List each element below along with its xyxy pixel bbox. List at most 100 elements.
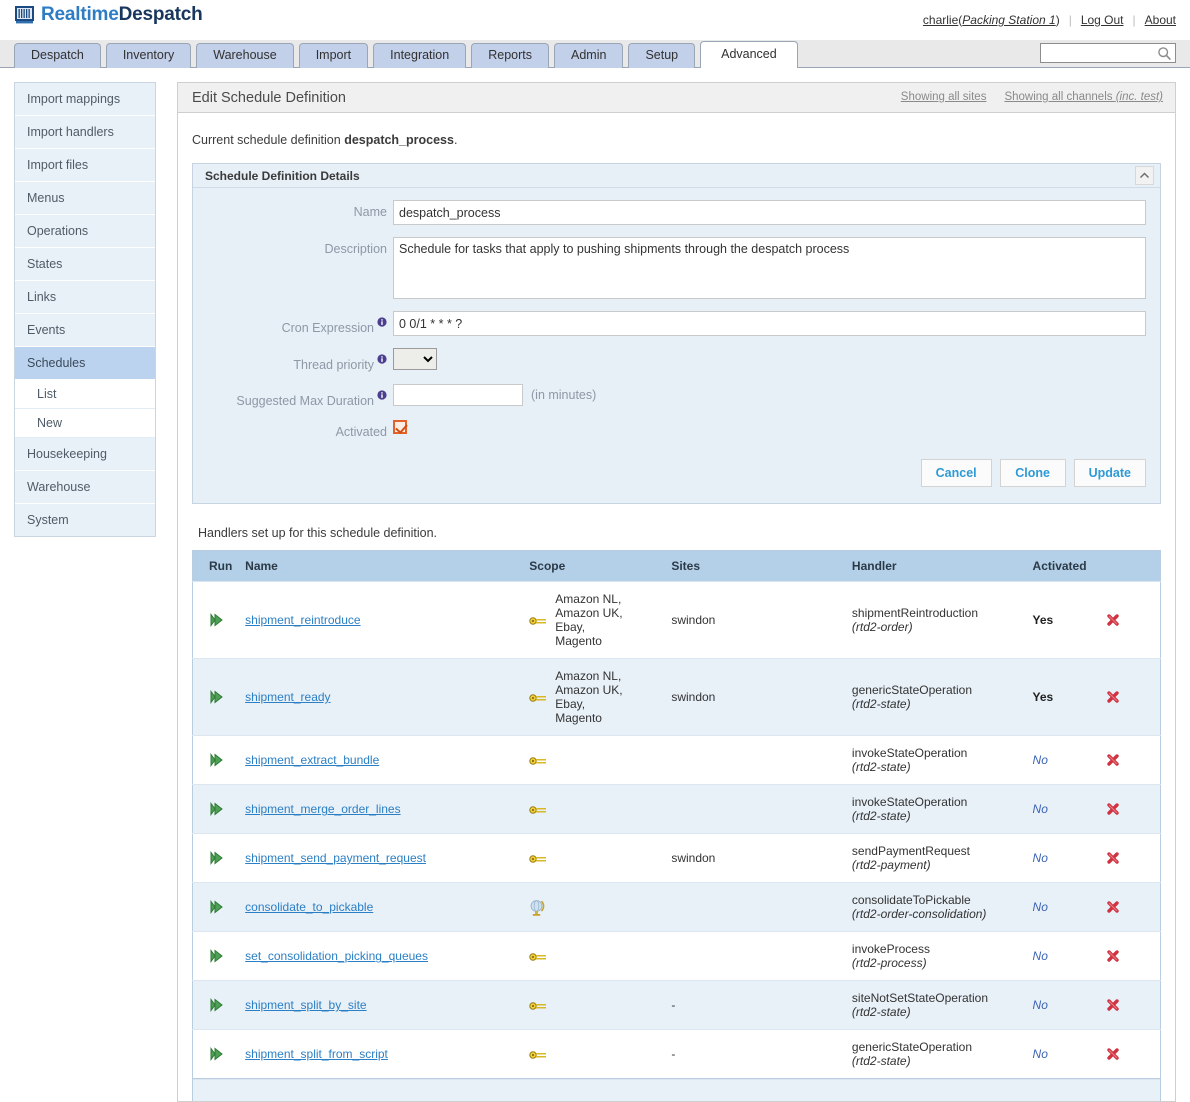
cell-delete[interactable] (1099, 882, 1161, 932)
sidebar-item-import-mappings[interactable]: Import mappings (15, 83, 155, 116)
cell-delete[interactable] (1099, 980, 1161, 1030)
cell-delete[interactable] (1099, 735, 1161, 785)
thread-priority-select[interactable] (393, 348, 437, 370)
sidebar-item-states[interactable]: States (15, 248, 155, 281)
app-logo[interactable]: RealtimeDespatch (14, 4, 203, 26)
table-row[interactable]: shipment_split_by_site - siteNotSetStateOp… (192, 980, 1161, 1030)
table-row[interactable]: shipment_split_from_script - genericStateO… (192, 1029, 1161, 1079)
handler-name-link[interactable]: shipment_reintroduce (245, 613, 360, 627)
cell-delete[interactable] (1099, 784, 1161, 834)
handler-name-link[interactable]: shipment_ready (245, 690, 330, 704)
handler-name-link[interactable]: shipment_merge_order_lines (245, 802, 400, 816)
tab-admin[interactable]: Admin (554, 43, 624, 68)
tab-warehouse[interactable]: Warehouse (196, 43, 294, 68)
sidebar-item-import-handlers[interactable]: Import handlers (15, 116, 155, 149)
sidebar-item-import-files[interactable]: Import files (15, 149, 155, 182)
play-icon[interactable] (209, 1047, 224, 1062)
cell-delete[interactable] (1099, 833, 1161, 883)
tab-inventory[interactable]: Inventory (105, 43, 192, 68)
cell-run[interactable] (192, 735, 240, 785)
table-row[interactable]: shipment_ready Amazon NL, Amazon UK, Ebay, M… (192, 658, 1161, 736)
table-row[interactable]: set_consolidation_picking_queues invokePr… (192, 931, 1161, 981)
handler-name-link[interactable]: shipment_split_from_script (245, 1047, 388, 1061)
tab-despatch[interactable]: Despatch (14, 43, 101, 68)
sidebar-item-events[interactable]: Events (15, 314, 155, 347)
cell-delete[interactable] (1099, 658, 1161, 736)
logout-link[interactable]: Log Out (1081, 13, 1124, 27)
cell-run[interactable] (192, 980, 240, 1030)
search-icon[interactable] (1157, 46, 1172, 61)
cell-run[interactable] (192, 658, 240, 736)
cancel-button[interactable]: Cancel (920, 459, 992, 488)
play-icon[interactable] (209, 851, 224, 866)
table-row[interactable]: shipment_reintroduce Amazon NL, Amazon UK,… (192, 581, 1161, 659)
tab-advanced[interactable]: Advanced (700, 41, 798, 69)
cell-delete[interactable] (1099, 581, 1161, 659)
sidebar-item-warehouse[interactable]: Warehouse (15, 471, 155, 504)
play-icon[interactable] (209, 690, 224, 705)
clone-button[interactable]: Clone (999, 459, 1066, 488)
delete-x-icon[interactable] (1106, 949, 1120, 963)
delete-x-icon[interactable] (1106, 900, 1120, 914)
sidebar-item-new[interactable]: New (15, 409, 155, 438)
station-link[interactable]: Packing Station 1 (962, 13, 1055, 27)
search-input[interactable] (1041, 44, 1154, 62)
sidebar-item-operations[interactable]: Operations (15, 215, 155, 248)
play-icon[interactable] (209, 998, 224, 1013)
delete-x-icon[interactable] (1106, 690, 1120, 704)
activated-checkbox[interactable] (393, 420, 407, 435)
cell-run[interactable] (192, 833, 240, 883)
cell-run[interactable] (192, 1029, 240, 1079)
name-input[interactable] (393, 200, 1146, 225)
info-icon[interactable] (377, 353, 387, 364)
cell-run[interactable] (192, 784, 240, 834)
cell-delete[interactable] (1099, 1029, 1161, 1079)
delete-x-icon[interactable] (1106, 753, 1120, 767)
info-icon[interactable] (377, 316, 387, 327)
delete-x-icon[interactable] (1106, 802, 1120, 816)
play-icon[interactable] (209, 613, 224, 628)
sidebar-item-links[interactable]: Links (15, 281, 155, 314)
search-box[interactable] (1040, 43, 1176, 63)
description-textarea[interactable]: Schedule for tasks that apply to pushing… (393, 237, 1146, 299)
tab-import[interactable]: Import (298, 43, 369, 68)
delete-x-icon[interactable] (1106, 998, 1120, 1012)
delete-x-icon[interactable] (1106, 1047, 1120, 1061)
about-link[interactable]: About (1145, 13, 1176, 27)
sidebar-item-schedules[interactable]: Schedules (15, 347, 155, 380)
handler-name-link[interactable]: shipment_send_payment_request (245, 851, 426, 865)
max-duration-input[interactable] (393, 384, 523, 407)
chevron-up-icon[interactable] (1135, 166, 1154, 185)
update-button[interactable]: Update (1073, 459, 1146, 488)
handler-name-link[interactable]: shipment_split_by_site (245, 998, 366, 1012)
handler-name-link[interactable]: shipment_extract_bundle (245, 753, 379, 767)
cell-run[interactable] (192, 581, 240, 659)
tab-integration[interactable]: Integration (373, 43, 467, 68)
tab-setup[interactable]: Setup (628, 43, 696, 68)
sidebar-item-menus[interactable]: Menus (15, 182, 155, 215)
play-icon[interactable] (209, 900, 224, 915)
table-row[interactable]: consolidate_to_pickable consolidateToPick… (192, 882, 1161, 932)
table-row[interactable]: shipment_extract_bundle invokeStateOperat… (192, 735, 1161, 785)
cell-run[interactable] (192, 931, 240, 981)
handler-name-link[interactable]: set_consolidation_picking_queues (245, 949, 428, 963)
showing-channels-link[interactable]: Showing all channels (inc. test) (1004, 91, 1163, 103)
sidebar-item-housekeeping[interactable]: Housekeeping (15, 438, 155, 471)
cell-delete[interactable] (1099, 931, 1161, 981)
table-row[interactable]: shipment_send_payment_request swindon send… (192, 833, 1161, 883)
cell-run[interactable] (192, 882, 240, 932)
table-row-partial[interactable] (193, 1079, 1160, 1102)
showing-sites-link[interactable]: Showing all sites (901, 91, 987, 103)
delete-x-icon[interactable] (1106, 613, 1120, 627)
cron-input[interactable] (393, 311, 1146, 336)
sidebar-item-system[interactable]: System (15, 504, 155, 536)
handler-name-link[interactable]: consolidate_to_pickable (245, 900, 373, 914)
info-icon[interactable] (377, 389, 387, 400)
play-icon[interactable] (209, 802, 224, 817)
delete-x-icon[interactable] (1106, 851, 1120, 865)
play-icon[interactable] (209, 949, 224, 964)
sidebar-item-list[interactable]: List (15, 380, 155, 409)
username-link[interactable]: charlie (923, 13, 958, 27)
table-row[interactable]: shipment_merge_order_lines invokeStateOpe… (192, 784, 1161, 834)
play-icon[interactable] (209, 753, 224, 768)
